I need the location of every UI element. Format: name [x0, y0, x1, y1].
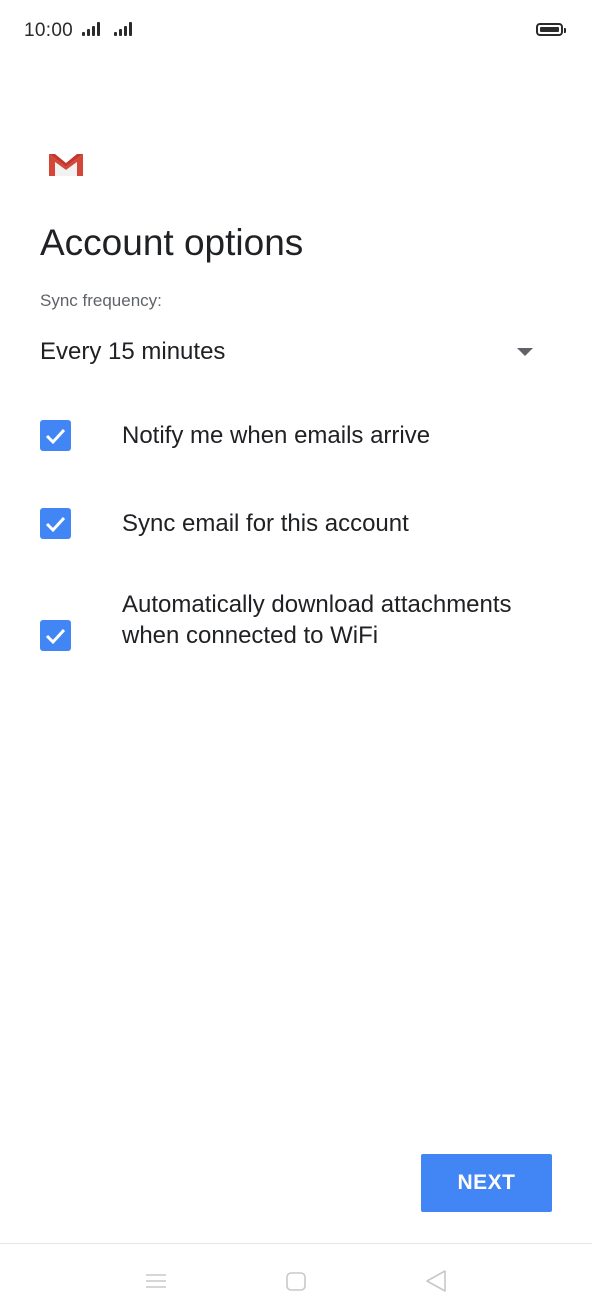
- option-notify[interactable]: Notify me when emails arrive: [40, 420, 560, 452]
- screen: 10:00 Account options Sync frequency: Ev…: [0, 0, 592, 1315]
- battery-icon: [536, 23, 566, 36]
- option-sync[interactable]: Sync email for this account: [40, 508, 560, 540]
- option-auto-download-label: Automatically download attachments when …: [122, 591, 512, 649]
- signal-icon-2: [114, 22, 138, 36]
- menu-icon[interactable]: [141, 1266, 171, 1296]
- back-icon[interactable]: [421, 1266, 451, 1296]
- navigation-bar: [0, 1243, 592, 1315]
- option-sync-label: Sync email for this account: [122, 510, 409, 537]
- signal-icon: [82, 22, 106, 36]
- gmail-logo-icon: [46, 150, 86, 180]
- checkbox-auto-download[interactable]: [40, 620, 71, 651]
- option-notify-label: Notify me when emails arrive: [122, 422, 431, 449]
- status-bar: 10:00: [0, 0, 592, 64]
- option-auto-download[interactable]: Automatically download attachments when …: [40, 589, 560, 685]
- checkbox-sync[interactable]: [40, 508, 71, 539]
- sync-frequency-value: Every 15 minutes: [40, 338, 226, 365]
- status-time: 10:00: [24, 20, 74, 41]
- page-title: Account options: [40, 222, 304, 263]
- dropdown-arrow-icon: [517, 348, 533, 356]
- checkbox-notify[interactable]: [40, 420, 71, 451]
- sync-frequency-dropdown[interactable]: Every 15 minutes: [40, 330, 540, 376]
- home-icon[interactable]: [281, 1266, 311, 1296]
- check-icon: [45, 428, 66, 445]
- check-icon: [45, 516, 66, 533]
- next-button[interactable]: NEXT: [421, 1154, 552, 1212]
- sync-frequency-label: Sync frequency:: [40, 291, 162, 310]
- check-icon: [45, 628, 66, 645]
